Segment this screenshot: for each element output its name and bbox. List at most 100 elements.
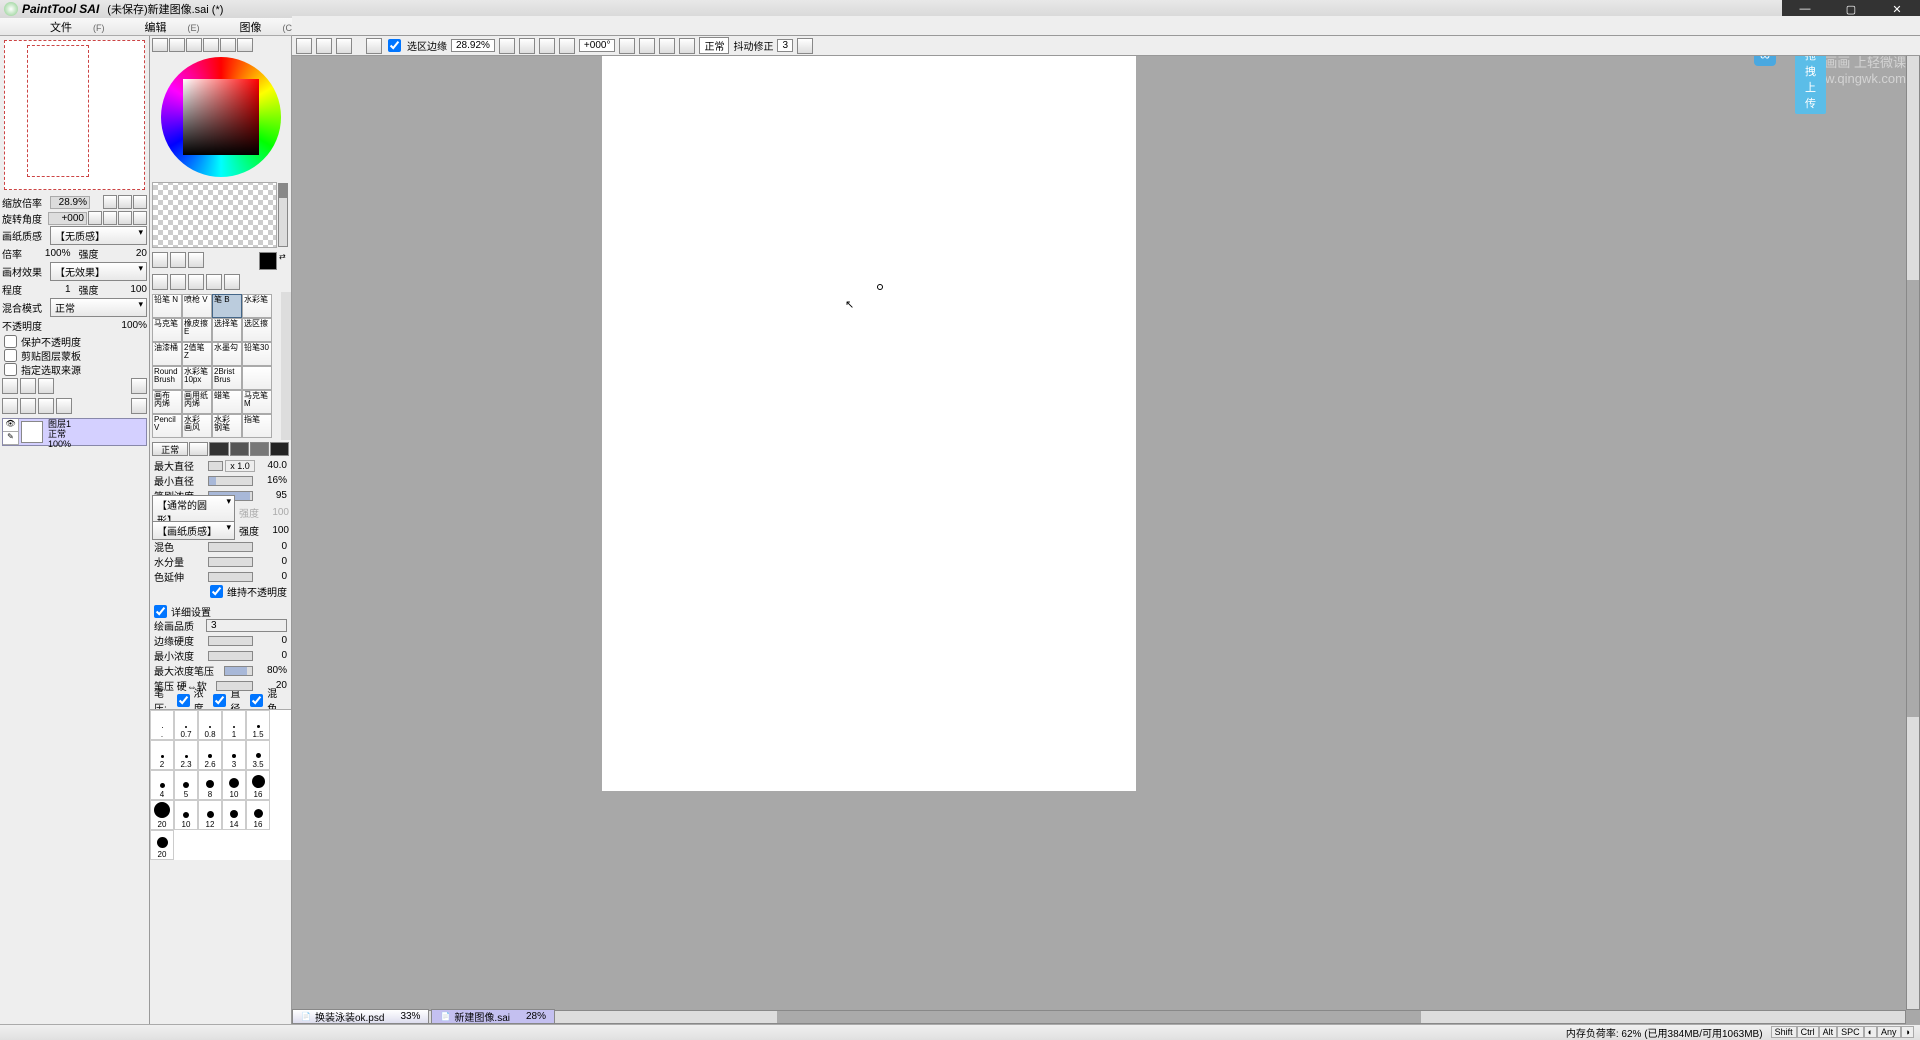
lasso-tool[interactable] bbox=[170, 252, 186, 268]
brush-0[interactable]: 铅笔 N bbox=[152, 294, 182, 318]
brush-shape3[interactable] bbox=[250, 442, 269, 456]
quality-select[interactable]: 3 bbox=[206, 619, 287, 632]
rotate-value[interactable]: +000 bbox=[48, 212, 87, 225]
brush-7[interactable]: 选区擦 bbox=[242, 318, 272, 342]
angle-display[interactable]: +000° bbox=[579, 39, 616, 52]
size-2.3[interactable]: 2.3 bbox=[174, 740, 198, 770]
brush-15[interactable] bbox=[242, 366, 272, 390]
color-mixer-tab[interactable] bbox=[203, 38, 219, 52]
brush-12[interactable]: Round Brush bbox=[152, 366, 182, 390]
size-2.6[interactable]: 2.6 bbox=[198, 740, 222, 770]
foreground-color[interactable] bbox=[259, 252, 277, 270]
brush-tex-select[interactable]: 【画纸质感】 bbox=[152, 521, 235, 540]
zoom-out-button[interactable] bbox=[103, 195, 117, 209]
new-folder-button[interactable] bbox=[38, 378, 54, 394]
zoom-fit-button[interactable] bbox=[133, 195, 147, 209]
paper-tex-select[interactable]: 【无质感】 bbox=[50, 226, 147, 245]
zoom-value[interactable]: 28.9% bbox=[50, 196, 90, 209]
swatch-area[interactable] bbox=[152, 182, 277, 248]
edit-icon[interactable]: ✎ bbox=[3, 432, 18, 445]
size-10[interactable]: 10 bbox=[174, 800, 198, 830]
flatten-button[interactable] bbox=[38, 398, 54, 414]
brush-3[interactable]: 水彩笔 bbox=[242, 294, 272, 318]
zoom-in-tb[interactable] bbox=[519, 38, 535, 54]
rotate-cw-button[interactable] bbox=[103, 211, 117, 225]
brush-17[interactable]: 画用纸 丙烯 bbox=[182, 390, 212, 414]
min-size-slider[interactable] bbox=[208, 476, 253, 486]
layer-extra-button[interactable] bbox=[131, 398, 147, 414]
sel-mode-button[interactable] bbox=[366, 38, 382, 54]
stabilizer-button[interactable] bbox=[797, 38, 813, 54]
size-14[interactable]: 14 bbox=[222, 800, 246, 830]
brush-19[interactable]: 马克笔 M bbox=[242, 390, 272, 414]
press-density-check[interactable] bbox=[177, 694, 190, 707]
zoom-tool[interactable] bbox=[170, 274, 186, 290]
visibility-icon[interactable]: 👁 bbox=[3, 419, 18, 432]
magic-wand-tool[interactable] bbox=[188, 252, 204, 268]
flip-button[interactable] bbox=[133, 211, 147, 225]
lock-opacity-check[interactable] bbox=[4, 335, 17, 348]
move-tool[interactable] bbox=[152, 274, 168, 290]
max-size-slider[interactable] bbox=[208, 461, 223, 471]
swap-colors-icon[interactable]: ⇄ bbox=[279, 252, 289, 270]
brush-9[interactable]: 2值笔 Z bbox=[182, 342, 212, 366]
size-5[interactable]: 5 bbox=[174, 770, 198, 800]
brush-2[interactable]: 笔 B bbox=[212, 294, 242, 318]
brush-18[interactable]: 蜡笔 bbox=[212, 390, 242, 414]
zoom-in-button[interactable] bbox=[118, 195, 132, 209]
color-scratch-tab[interactable] bbox=[237, 38, 253, 52]
zoom-fit-tb[interactable] bbox=[539, 38, 555, 54]
blend-slider[interactable] bbox=[208, 542, 253, 552]
brush-8[interactable]: 油漆桶 bbox=[152, 342, 182, 366]
detail-check[interactable] bbox=[154, 605, 167, 618]
max-pressure-slider[interactable] bbox=[224, 666, 253, 676]
new-layer-button[interactable] bbox=[2, 378, 18, 394]
brush-mode-select[interactable]: 正常 bbox=[152, 442, 188, 456]
merge-button[interactable] bbox=[20, 398, 36, 414]
brush-4[interactable]: 马克笔 bbox=[152, 318, 182, 342]
zoom-100-tb[interactable] bbox=[559, 38, 575, 54]
size-1[interactable]: 1 bbox=[222, 710, 246, 740]
select-source-check[interactable] bbox=[4, 363, 17, 376]
opacity-value[interactable]: 100% bbox=[117, 320, 147, 331]
size-3[interactable]: 3 bbox=[222, 740, 246, 770]
brush-scrollbar[interactable] bbox=[281, 292, 291, 440]
hand-tool[interactable] bbox=[206, 274, 222, 290]
brush-6[interactable]: 选择笔 bbox=[212, 318, 242, 342]
size-10[interactable]: 10 bbox=[222, 770, 246, 800]
new-linework-button[interactable] bbox=[20, 378, 36, 394]
zoom-out-tb[interactable] bbox=[499, 38, 515, 54]
color-swatch-tab[interactable] bbox=[220, 38, 236, 52]
menu-edit[interactable]: 编辑(E) bbox=[125, 19, 220, 35]
size-1.5[interactable]: 1.5 bbox=[246, 710, 270, 740]
size-12[interactable]: 12 bbox=[198, 800, 222, 830]
menu-file[interactable]: 文件(F) bbox=[30, 19, 125, 35]
min-density-slider[interactable] bbox=[208, 651, 253, 661]
keep-opacity-check[interactable] bbox=[210, 585, 223, 598]
brush-shape2[interactable] bbox=[230, 442, 249, 456]
brush-aa-button[interactable] bbox=[189, 442, 208, 456]
rotate-reset-button[interactable] bbox=[118, 211, 132, 225]
extend-slider[interactable] bbox=[208, 572, 253, 582]
deselect-button[interactable] bbox=[296, 38, 312, 54]
water-slider[interactable] bbox=[208, 557, 253, 567]
flip-tb[interactable] bbox=[679, 38, 695, 54]
brush-11[interactable]: 铅笔30 bbox=[242, 342, 272, 366]
rot-reset-tb[interactable] bbox=[659, 38, 675, 54]
size-3.5[interactable]: 3.5 bbox=[246, 740, 270, 770]
color-rgb-tab[interactable] bbox=[169, 38, 185, 52]
size-0.7[interactable]: 0.7 bbox=[174, 710, 198, 740]
brush-shape4[interactable] bbox=[270, 442, 289, 456]
invert-sel-button[interactable] bbox=[316, 38, 332, 54]
navigator[interactable] bbox=[4, 40, 145, 190]
sel-edge-check[interactable] bbox=[388, 39, 401, 52]
pressure-slider[interactable] bbox=[216, 681, 253, 691]
brush-22[interactable]: 水彩 钢笔 bbox=[212, 414, 242, 438]
brush-23[interactable]: 指笔 bbox=[242, 414, 272, 438]
size-20[interactable]: 20 bbox=[150, 800, 174, 830]
color-wheel[interactable] bbox=[161, 57, 281, 177]
size-.[interactable]: . bbox=[150, 710, 174, 740]
press-blend-check[interactable] bbox=[250, 694, 263, 707]
color-square[interactable] bbox=[183, 79, 259, 155]
brush-13[interactable]: 水彩笔 10px bbox=[182, 366, 212, 390]
